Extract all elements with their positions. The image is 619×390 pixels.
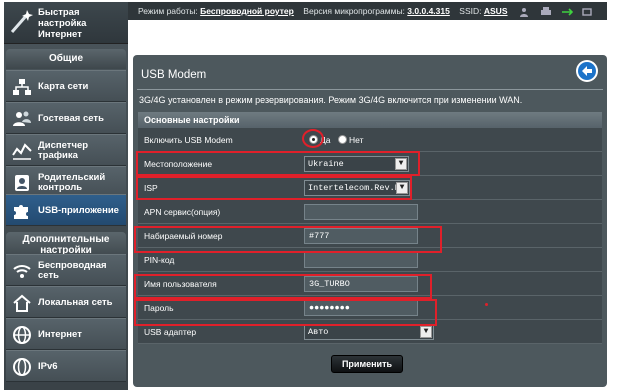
table-row: Набираемый номер #777 (138, 224, 602, 248)
table-row: APN сервис(опция) (138, 200, 602, 224)
info-text: 3G/4G установлен в режим резервирования.… (139, 95, 523, 105)
sidebar-item-network-map[interactable]: Карта сети (6, 70, 126, 102)
section-header: Основные настройки (138, 112, 602, 128)
sidebar-item-lan[interactable]: Локальная сеть (6, 286, 126, 318)
location-label: Местоположение (144, 159, 213, 169)
table-row: Местоположение Ukraine ▼ (138, 152, 602, 176)
wifi-icon (13, 265, 31, 278)
sidebar-item-ipv6[interactable]: IPv6 (6, 350, 126, 382)
settings-table: Основные настройки Включить USB Modem Да… (138, 112, 602, 344)
table-row: USB адаптер Авто ▼ (138, 320, 602, 344)
chevron-down-icon: ▼ (395, 158, 407, 170)
location-select[interactable]: Ukraine ▼ (304, 156, 409, 172)
ipv6-globe-icon (13, 358, 31, 376)
isp-select[interactable]: Intertelecom.Rev.B ▼ (304, 180, 410, 196)
magic-wand-icon (10, 10, 33, 33)
chevron-down-icon: ▼ (396, 182, 408, 194)
enable-no-label: Нет (349, 135, 364, 145)
sidebar-item-traffic-manager[interactable]: Диспетчер трафика (6, 134, 126, 166)
usb-adapter-value: Авто (308, 327, 329, 337)
network-map-icon (13, 79, 31, 95)
pin-input[interactable] (304, 252, 418, 268)
sidebar-item-label: Диспетчер трафика (38, 140, 89, 161)
sidebar-item-wireless[interactable]: Беспроводная сеть (6, 254, 126, 286)
traffic-manager-icon (12, 143, 32, 160)
table-row: Имя пользователя 3G_TURBO (138, 272, 602, 296)
table-row: ISP Intertelecom.Rev.B ▼ (138, 176, 602, 200)
pin-label: PIN-код (144, 255, 175, 265)
table-row: Пароль ●●●●●●●● (138, 296, 602, 320)
sidebar-item-guest-network[interactable]: Гостевая сеть (6, 102, 126, 134)
sidebar-item-usb-application[interactable]: USB-приложение (6, 194, 126, 226)
globe-icon (13, 326, 31, 344)
wan-icon[interactable] (581, 7, 593, 17)
apn-input[interactable] (304, 204, 418, 220)
clients-icon[interactable] (519, 7, 532, 17)
parental-control-icon (15, 175, 29, 191)
table-row: Включить USB Modem Да Нет (138, 128, 602, 152)
sidebar-item-internet[interactable]: Интернет (6, 318, 126, 350)
sidebar-item-label: Гостевая сеть (38, 113, 104, 124)
enable-yes-label: Да (320, 135, 331, 145)
sidebar-item-label: Локальная сеть (38, 297, 113, 308)
quick-setup-label: Быстрая настройка Интернет (38, 7, 87, 40)
status-bar: Режим работы: Беспроводной роутер Версия… (128, 2, 607, 20)
apply-button[interactable]: Применить (331, 355, 403, 373)
puzzle-icon (14, 205, 28, 219)
annotation-dot (485, 303, 488, 306)
sidebar-item-label: Интернет (38, 329, 82, 340)
dial-number-input[interactable]: #777 (304, 228, 418, 244)
enable-no-radio[interactable] (338, 135, 347, 144)
title-divider (137, 89, 603, 90)
home-icon (13, 294, 31, 312)
dial-number-label: Набираемый номер (144, 231, 223, 241)
chevron-down-icon: ▼ (420, 326, 432, 338)
password-label: Пароль (144, 303, 174, 313)
usb-adapter-label: USB адаптер (144, 327, 197, 337)
enable-yes-radio[interactable] (309, 135, 318, 144)
usb-modem-panel: USB Modem 3G/4G установлен в режим резер… (133, 55, 607, 387)
operation-mode-link[interactable]: Беспроводной роутер (200, 6, 294, 16)
guest-network-icon (13, 111, 31, 126)
operation-mode-label: Режим работы: (138, 6, 198, 16)
username-label: Имя пользователя (144, 279, 217, 289)
isp-label: ISP (144, 183, 158, 193)
password-input[interactable]: ●●●●●●●● (304, 300, 418, 316)
usb-adapter-select[interactable]: Авто ▼ (304, 324, 434, 340)
sidebar-item-label: USB-приложение (38, 205, 119, 216)
isp-value: Intertelecom.Rev.B (308, 183, 400, 193)
quick-setup-button[interactable]: Быстрая настройка Интернет (4, 2, 128, 44)
ssid-label: SSID: (459, 6, 482, 16)
sidebar-item-label: Карта сети (38, 81, 89, 92)
sidebar-item-label: Беспроводная сеть (38, 260, 107, 281)
page-title: USB Modem (141, 69, 207, 81)
sidebar: Быстрая настройка Интернет Общие Карта с… (4, 2, 128, 390)
ssid-link[interactable]: ASUS (484, 6, 508, 16)
back-arrow-icon[interactable] (575, 59, 599, 83)
usb-icon[interactable] (561, 7, 573, 17)
table-row: PIN-код (138, 248, 602, 272)
location-value: Ukraine (308, 159, 344, 169)
sidebar-item-label: IPv6 (38, 361, 58, 372)
firmware-link[interactable]: 3.0.0.4.315 (407, 6, 450, 16)
enable-usb-modem-label: Включить USB Modem (144, 135, 233, 145)
printer-icon[interactable] (540, 6, 552, 17)
apn-label: APN сервис(опция) (144, 207, 221, 217)
firmware-label: Версия микропрограммы: (303, 6, 405, 16)
username-input[interactable]: 3G_TURBO (304, 276, 418, 292)
general-section-header: Общие (6, 49, 126, 69)
